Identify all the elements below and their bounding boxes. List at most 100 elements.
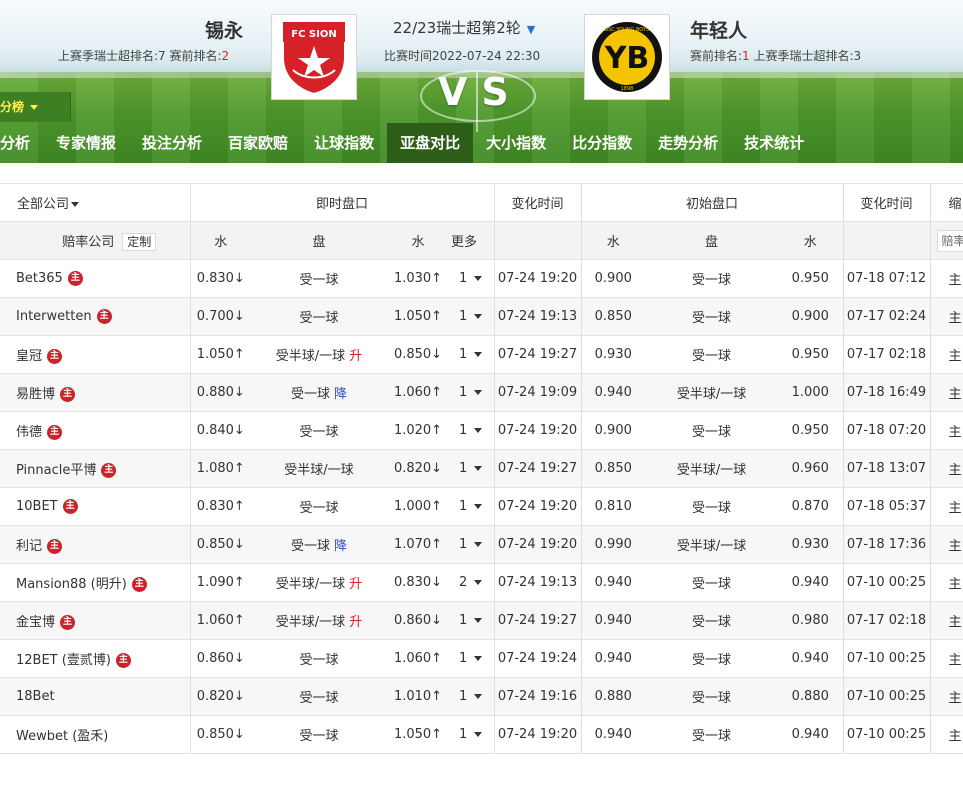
handicap-header: 盘 [251, 221, 387, 260]
more-dropdown[interactable]: 1 [449, 449, 495, 488]
live-water2: 1.070↑ [387, 525, 449, 564]
company-name[interactable]: Interwetten [16, 309, 92, 324]
company-cell[interactable]: Bet365 主 [0, 259, 190, 298]
live-water1: 0.860↓ [189, 639, 251, 678]
live-handicap: 受半球/一球升 [251, 563, 387, 602]
nav-tab[interactable]: 技术统计 [731, 123, 817, 163]
more-dropdown[interactable]: 1 [449, 373, 495, 412]
more-dropdown[interactable]: 1 [449, 297, 495, 336]
company-filter-dropdown[interactable]: 全部公司 [0, 183, 190, 222]
company-name[interactable]: Bet365 [16, 271, 63, 286]
init-water2: 0.870 [778, 487, 844, 526]
more-dropdown[interactable]: 1 [449, 487, 495, 526]
company-name[interactable]: 金宝博 [16, 615, 55, 630]
company-cell[interactable]: 伟德主 [0, 411, 190, 450]
more-count: 1 [459, 727, 468, 742]
more-dropdown[interactable]: 1 [449, 411, 495, 450]
company-cell[interactable]: Wewbet (盈禾) [0, 715, 190, 754]
away-team-logo[interactable]: BSC YOUNG BOYS YB 1898 [584, 14, 670, 100]
round-selector[interactable]: 22/23瑞士超第2轮 ▼ [393, 17, 535, 38]
handicap-text: 受一球 [299, 501, 339, 516]
extra-cell: 主 [929, 297, 963, 336]
init-water1: 0.990 [580, 525, 646, 564]
company-cell[interactable]: 金宝博主 [0, 601, 190, 640]
company-name[interactable]: 伟德 [16, 425, 42, 440]
standings-label: 分榜 [0, 100, 25, 114]
company-cell[interactable]: 18Bet [0, 677, 190, 716]
caret-down-icon [474, 732, 483, 737]
init-change-time: 07-17 02:24 [842, 297, 931, 336]
handicap-text: 受一球 [290, 387, 330, 402]
company-name[interactable]: Wewbet (盈禾) [16, 729, 108, 744]
live-change-time: 07-24 19:20 [493, 715, 582, 754]
company-name[interactable]: Pinnacle平博 [16, 463, 96, 478]
away-logo-text: YB [604, 41, 650, 76]
caret-down-icon [30, 105, 39, 110]
live-water1: 0.820↓ [189, 677, 251, 716]
handicap-change-tag: 降 [334, 539, 348, 554]
init-water2: 0.950 [778, 259, 844, 298]
company-cell[interactable]: 皇冠主 [0, 335, 190, 374]
handicap-text: 受一球 [290, 539, 330, 554]
odds-company-label: 赔率公司 [62, 234, 115, 250]
company-name[interactable]: 12BET (壹贰博) [16, 653, 111, 668]
nav-tab[interactable]: 大小指数 [473, 123, 559, 163]
init-handicap: 受一球 [645, 259, 779, 298]
more-dropdown[interactable]: 2 [449, 563, 495, 602]
company-cell[interactable]: 利记主 [0, 525, 190, 564]
company-cell[interactable]: Pinnacle平博主 [0, 449, 190, 488]
away-team-name[interactable]: 年轻人 [690, 16, 747, 43]
round-title: 22/23瑞士超第2轮 [393, 19, 521, 37]
live-handicap: 受一球 [251, 297, 387, 336]
nav-tab[interactable]: 让球指数 [301, 123, 387, 163]
standings-dropdown[interactable]: 分榜 [0, 92, 71, 122]
company-name[interactable]: 10BET [16, 499, 58, 514]
more-dropdown[interactable]: 1 [449, 639, 495, 678]
company-name[interactable]: Mansion88 (明升) [16, 577, 127, 592]
company-name[interactable]: 皇冠 [16, 349, 42, 364]
home-badge-icon: 主 [60, 387, 76, 402]
company-cell[interactable]: 10BET 主 [0, 487, 190, 526]
away-team-rank: 赛前排名:1 上赛季瑞士超排名:3 [690, 47, 861, 64]
nav-tab[interactable]: 亚盘对比 [387, 123, 474, 163]
home-team-logo[interactable]: FC SION [271, 14, 357, 100]
odds-button[interactable]: 赔率 [936, 229, 963, 252]
company-cell[interactable]: 12BET (壹贰博) 主 [0, 639, 190, 678]
company-name[interactable]: 易胜博 [16, 387, 55, 402]
company-cell[interactable]: 易胜博主 [0, 373, 190, 412]
nav-tab[interactable]: 比分指数 [559, 123, 645, 163]
extra-cell: 主 [929, 639, 963, 678]
more-dropdown[interactable]: 1 [449, 715, 495, 754]
more-dropdown[interactable]: 1 [449, 677, 495, 716]
live-water2: 0.860↓ [387, 601, 449, 640]
company-cell[interactable]: Interwetten 主 [0, 297, 190, 336]
company-name[interactable]: 18Bet [16, 689, 55, 704]
nav-tab[interactable]: 专家情报 [43, 123, 129, 163]
more-dropdown[interactable]: 1 [449, 335, 495, 374]
nav-tab[interactable]: 走势分析 [645, 123, 731, 163]
company-name[interactable]: 利记 [16, 539, 42, 554]
live-water1: 0.830↓ [189, 259, 251, 298]
handicap-text: 受一球 [299, 691, 339, 706]
more-dropdown[interactable]: 1 [449, 601, 495, 640]
more-count: 1 [459, 689, 468, 704]
nav-tab[interactable]: 百家欧赔 [215, 123, 301, 163]
extra-cell: 主 [929, 487, 963, 526]
more-count: 1 [459, 385, 468, 400]
live-change-time: 07-24 19:20 [493, 411, 582, 450]
nav-tab[interactable]: 分析 [0, 123, 43, 163]
init-handicap: 受一球 [645, 335, 779, 374]
more-dropdown[interactable]: 1 [449, 259, 495, 298]
caret-down-icon [474, 314, 483, 319]
company-cell[interactable]: Mansion88 (明升) 主 [0, 563, 190, 602]
handicap-change-tag: 降 [334, 387, 348, 402]
home-team-name[interactable]: 锡永 [205, 16, 243, 43]
customize-button[interactable]: 定制 [122, 232, 157, 251]
more-dropdown[interactable]: 1 [449, 525, 495, 564]
extra-cell: 主 [929, 259, 963, 298]
live-handicap: 受一球 [251, 639, 387, 678]
live-water1: 1.080↑ [189, 449, 251, 488]
init-water1: 0.850 [580, 297, 646, 336]
live-change-time: 07-24 19:09 [493, 373, 582, 412]
nav-tab[interactable]: 投注分析 [129, 123, 215, 163]
